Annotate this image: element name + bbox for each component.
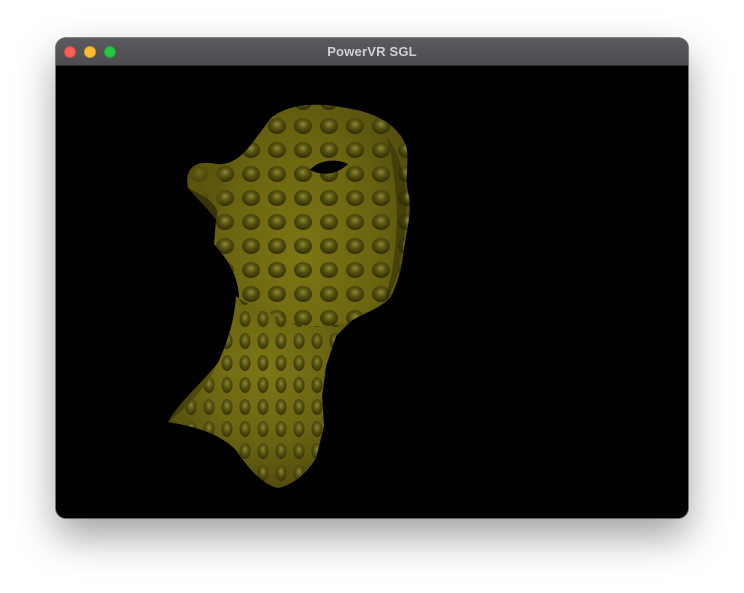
ear — [187, 162, 222, 220]
window-title: PowerVR SGL — [327, 44, 417, 59]
3d-scene — [168, 104, 410, 488]
render-viewport[interactable] — [56, 66, 688, 518]
app-window: PowerVR SGL — [56, 38, 688, 518]
title-bar[interactable]: PowerVR SGL — [56, 38, 688, 66]
head-model — [168, 104, 410, 488]
